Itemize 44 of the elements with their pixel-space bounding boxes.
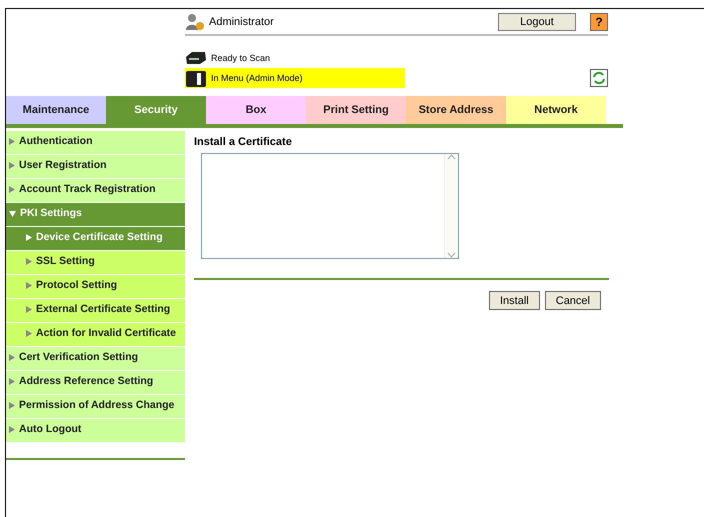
sidebar-item[interactable]: Account Track Registration <box>6 179 185 202</box>
caret-icon[interactable] <box>9 186 15 193</box>
refresh-icon[interactable] <box>590 69 608 87</box>
tab[interactable]: Print Setting <box>306 96 406 124</box>
caret-icon[interactable] <box>9 162 15 169</box>
sidebar-item[interactable]: Action for Invalid Certificate <box>6 323 185 346</box>
user-gear-icon <box>185 13 205 31</box>
caret-icon[interactable] <box>9 402 15 409</box>
section-title: Install a Certificate <box>194 136 293 148</box>
sidebar-item[interactable]: Auto Logout <box>6 419 185 442</box>
sidebar-item[interactable]: Address Reference Setting <box>6 371 185 394</box>
status-text: In Menu (Admin Mode) <box>211 73 303 83</box>
help-button[interactable]: ? <box>590 13 608 31</box>
sidebar-item[interactable]: Authentication <box>6 131 185 154</box>
cancel-button[interactable]: Cancel <box>544 291 601 310</box>
install-button[interactable]: Install <box>489 291 540 310</box>
scanner-icon <box>185 51 207 65</box>
sidebar-item[interactable]: Permission of Address Change <box>6 395 185 418</box>
caret-icon[interactable] <box>9 354 15 361</box>
sidebar-item[interactable]: Cert Verification Setting <box>6 347 185 370</box>
logout-button[interactable]: Logout <box>498 13 576 31</box>
certificate-text-area[interactable] <box>201 153 459 259</box>
tab[interactable]: Store Address <box>406 96 506 124</box>
tab[interactable]: Maintenance <box>6 96 106 124</box>
caret-icon[interactable] <box>26 282 32 289</box>
sidebar-item[interactable]: User Registration <box>6 155 185 178</box>
user-name: Administrator <box>209 16 275 28</box>
caret-icon[interactable] <box>9 378 15 385</box>
caret-icon[interactable] <box>26 234 32 241</box>
status-text: Ready to Scan <box>211 53 270 63</box>
expanded-caret-icon[interactable] <box>9 210 16 216</box>
caret-icon[interactable] <box>26 306 32 313</box>
sidebar-item[interactable]: External Certificate Setting <box>6 299 185 322</box>
caret-icon[interactable] <box>26 258 32 265</box>
tab[interactable]: Box <box>206 96 306 124</box>
caret-icon[interactable] <box>9 426 15 433</box>
sidebar-item[interactable]: SSL Setting <box>6 251 185 274</box>
printer-icon <box>185 68 207 88</box>
caret-icon[interactable] <box>9 138 15 145</box>
scroll-up-icon[interactable] <box>447 154 456 160</box>
scroll-down-icon[interactable] <box>447 252 456 258</box>
sidebar-item[interactable]: Protocol Setting <box>6 275 185 298</box>
tab[interactable]: Network <box>506 96 606 124</box>
caret-icon[interactable] <box>26 330 32 337</box>
